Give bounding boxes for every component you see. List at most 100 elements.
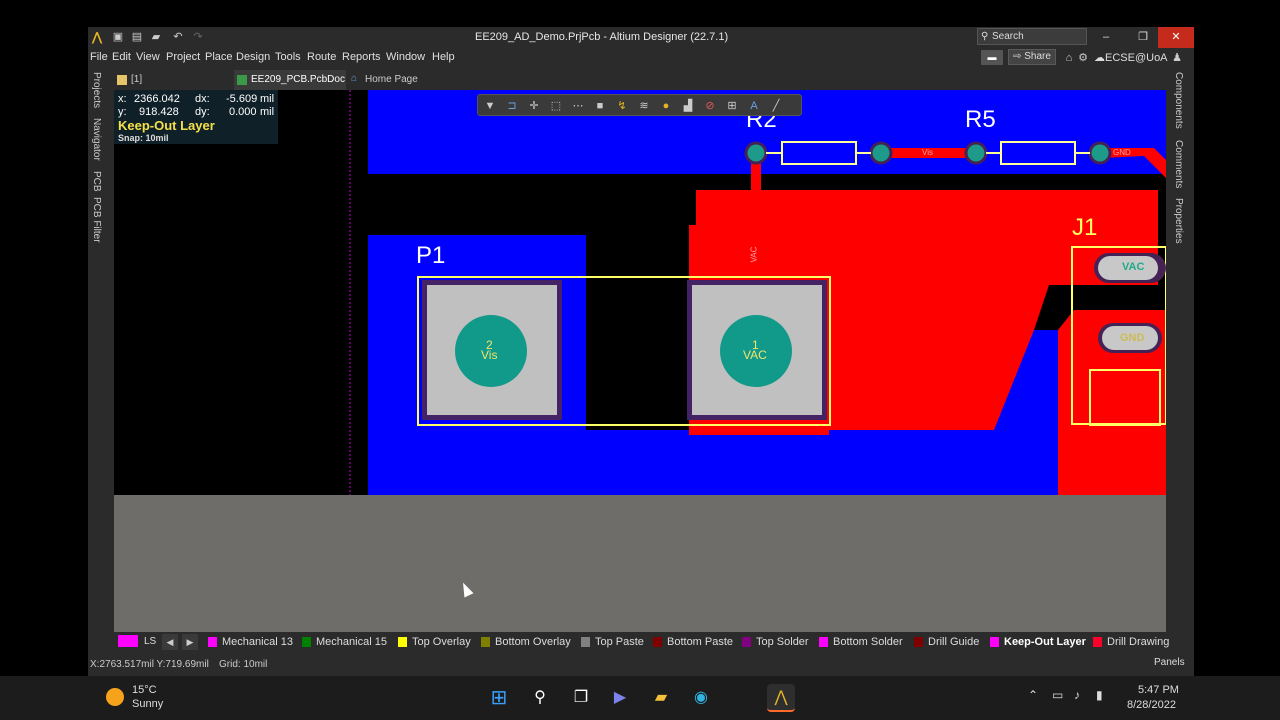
designator-p1[interactable]: P1 bbox=[416, 242, 445, 270]
filter-icon[interactable]: ▼ bbox=[482, 98, 498, 114]
layer-swatch bbox=[1093, 637, 1102, 647]
hud-x-label: x: bbox=[118, 93, 127, 105]
menu-route[interactable]: Route bbox=[307, 51, 336, 63]
layer-tab-bottom-overlay[interactable]: Bottom Overlay bbox=[481, 636, 571, 648]
menu-project[interactable]: Project bbox=[166, 51, 200, 63]
dimension-icon[interactable]: ⊞ bbox=[724, 98, 740, 114]
layer-tab-drill-guide[interactable]: Drill Guide bbox=[914, 636, 979, 648]
polygon-icon[interactable]: ▟ bbox=[680, 98, 696, 114]
layer-tab-label: Mechanical 13 bbox=[222, 636, 293, 648]
panel-tab-comments[interactable]: Comments bbox=[1173, 140, 1184, 188]
layer-tabs-bar: LS ◀ ▶ Mechanical 13 Mechanical 15 Top O… bbox=[114, 632, 1169, 652]
layer-tab-top-solder[interactable]: Top Solder bbox=[742, 636, 809, 648]
user-menu-icon[interactable]: ♟ bbox=[1170, 50, 1184, 66]
layer-tab-mechanical-15[interactable]: Mechanical 15 bbox=[302, 636, 387, 648]
layer-prev-button[interactable]: ◀ bbox=[162, 634, 178, 650]
layer-tab-keep-out[interactable]: Keep-Out Layer bbox=[990, 636, 1086, 648]
menu-tools[interactable]: Tools bbox=[275, 51, 301, 63]
tab-pcb[interactable]: EE209_PCB.PcbDoc * bbox=[234, 70, 346, 105]
menu-design[interactable]: Design bbox=[236, 51, 270, 63]
diff-pair-icon[interactable]: ≋ bbox=[636, 98, 652, 114]
panels-button[interactable]: Panels bbox=[1154, 657, 1185, 668]
search-input[interactable]: ⚲ Search bbox=[977, 28, 1087, 45]
battery-icon[interactable]: ▮ bbox=[1096, 688, 1103, 702]
comment-button[interactable]: ▬ bbox=[981, 50, 1003, 65]
user-account[interactable]: ☁ECSE@UoA bbox=[1094, 51, 1168, 64]
panel-tab-pcb[interactable]: PCB bbox=[91, 171, 102, 192]
layer-tab-bottom-paste[interactable]: Bottom Paste bbox=[653, 636, 733, 648]
menu-window[interactable]: Window bbox=[386, 51, 425, 63]
menu-place[interactable]: Place bbox=[205, 51, 233, 63]
weather-temperature[interactable]: 15°C bbox=[132, 684, 157, 696]
edge-icon[interactable]: ◉ bbox=[687, 684, 715, 712]
pcb-drawing[interactable] bbox=[114, 90, 1166, 495]
layer-set-swatch[interactable] bbox=[118, 635, 138, 647]
teams-chat-icon[interactable]: ▶ bbox=[606, 684, 634, 712]
search-placeholder: Search bbox=[992, 31, 1024, 42]
hud-snap: Snap: 10mil bbox=[118, 133, 169, 143]
move-icon[interactable]: ✛ bbox=[526, 98, 542, 114]
minimize-button[interactable]: – bbox=[1088, 27, 1124, 48]
clock-time[interactable]: 5:47 PM bbox=[1138, 684, 1179, 696]
gear-icon[interactable]: ⚙ bbox=[1076, 50, 1090, 66]
layer-tab-top-paste[interactable]: Top Paste bbox=[581, 636, 644, 648]
altium-logo-icon: ⋀ bbox=[92, 30, 102, 44]
search-icon[interactable]: ⚲ bbox=[526, 684, 554, 712]
layer-set-button[interactable]: LS bbox=[144, 636, 156, 647]
select-area-icon[interactable]: ⬚ bbox=[548, 98, 564, 114]
altium-taskbar-icon[interactable]: ⋀ bbox=[767, 684, 795, 712]
start-icon[interactable]: ⊞ bbox=[485, 684, 513, 712]
tab-schematic[interactable]: [1] EE209_Sch.SchDoc bbox=[114, 70, 232, 105]
altium-window: ⋀ ▣ ▤ ▰ ↶ ↷ EE209_AD_Demo.PrjPcb - Altiu… bbox=[88, 27, 1194, 676]
menu-help[interactable]: Help bbox=[432, 51, 455, 63]
clock-date[interactable]: 8/28/2022 bbox=[1127, 699, 1176, 711]
align-icon[interactable]: ⋯ bbox=[570, 98, 586, 114]
panel-tab-components[interactable]: Components bbox=[1173, 72, 1184, 129]
menu-file[interactable]: File bbox=[90, 51, 108, 63]
undo-icon[interactable]: ↶ bbox=[170, 29, 186, 45]
component-icon[interactable]: ■ bbox=[592, 98, 608, 114]
save-all-icon[interactable]: ▤ bbox=[129, 29, 145, 45]
maximize-button[interactable]: ❐ bbox=[1125, 27, 1161, 48]
layer-next-button[interactable]: ▶ bbox=[182, 634, 198, 650]
open-folder-icon[interactable]: ▰ bbox=[148, 29, 164, 45]
layer-tab-bottom-solder[interactable]: Bottom Solder bbox=[819, 636, 903, 648]
panel-tab-projects[interactable]: Projects bbox=[91, 72, 102, 108]
volume-icon[interactable]: ♪ bbox=[1074, 688, 1080, 702]
tab-home-label: Home Page bbox=[365, 74, 418, 85]
layer-tab-mechanical-13[interactable]: Mechanical 13 bbox=[208, 636, 293, 648]
file-explorer-icon[interactable]: ▰ bbox=[647, 684, 675, 712]
canvas-offboard-area[interactable] bbox=[114, 495, 1166, 632]
close-button[interactable]: ✕ bbox=[1158, 27, 1194, 48]
weather-condition[interactable]: Sunny bbox=[132, 698, 163, 710]
coordinate-hud: x: 2366.042 dx: -5.609 mil y: 918.428 dy… bbox=[114, 90, 278, 144]
designator-j1[interactable]: J1 bbox=[1072, 214, 1097, 242]
designator-r5[interactable]: R5 bbox=[965, 106, 996, 134]
save-icon[interactable]: ▣ bbox=[110, 29, 126, 45]
display-icon[interactable]: ▭ bbox=[1052, 688, 1063, 702]
menu-edit[interactable]: Edit bbox=[112, 51, 131, 63]
net-label-gnd: GND bbox=[1113, 148, 1131, 157]
tray-chevron-icon[interactable]: ⌃ bbox=[1028, 688, 1038, 702]
panel-tab-pcb-filter[interactable]: PCB Filter bbox=[91, 197, 102, 243]
task-view-icon[interactable]: ❐ bbox=[567, 684, 595, 712]
sun-icon[interactable] bbox=[106, 688, 124, 706]
layer-tab-drill-drawing[interactable]: Drill Drawing bbox=[1093, 636, 1169, 648]
home-icon[interactable]: ⌂ bbox=[1062, 50, 1076, 66]
panel-tab-navigator[interactable]: Navigator bbox=[91, 118, 102, 161]
via-icon[interactable]: ● bbox=[658, 98, 674, 114]
menu-reports[interactable]: Reports bbox=[342, 51, 381, 63]
redo-icon[interactable]: ↷ bbox=[190, 29, 206, 45]
route-icon[interactable]: ↯ bbox=[614, 98, 630, 114]
panel-tab-properties[interactable]: Properties bbox=[1173, 198, 1184, 244]
line-icon[interactable]: ╱ bbox=[768, 98, 784, 114]
menu-view[interactable]: View bbox=[136, 51, 160, 63]
share-button[interactable]: ⇨ Share bbox=[1008, 49, 1056, 65]
layer-tab-top-overlay[interactable]: Top Overlay bbox=[398, 636, 471, 648]
text-icon[interactable]: A bbox=[746, 98, 762, 114]
keepout-icon[interactable]: ⊘ bbox=[702, 98, 718, 114]
tab-home-page[interactable]: ⌂ Home Page bbox=[348, 70, 428, 90]
layer-tab-label: Drill Drawing bbox=[1107, 636, 1170, 648]
select-icon[interactable]: ⊐ bbox=[504, 98, 520, 114]
pcb-canvas[interactable]: R2 R5 P1 J1 2 Vis 1 VAC VAC Vis GND VAC … bbox=[114, 90, 1166, 495]
